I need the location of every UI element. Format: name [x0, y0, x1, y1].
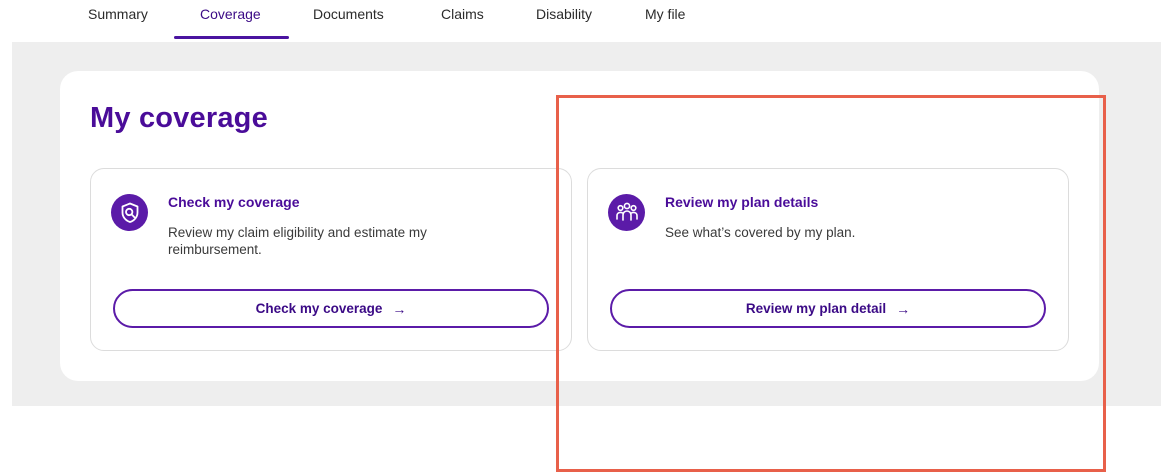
check-coverage-title[interactable]: Check my coverage [168, 194, 300, 210]
page-title: My coverage [90, 102, 268, 134]
tab-my-file[interactable]: My file [645, 6, 685, 22]
tab-coverage[interactable]: Coverage [200, 6, 261, 22]
check-coverage-button-label: Check my coverage [255, 301, 383, 316]
plan-details-description: See what’s covered by my plan. [665, 225, 856, 240]
plan-details-title[interactable]: Review my plan details [665, 194, 818, 210]
review-plan-detail-button-label: Review my plan detail [745, 301, 887, 316]
plan-details-card: Review my plan details See what’s covere… [587, 168, 1069, 351]
check-coverage-description: Review my claim eligibility and estimate… [168, 225, 427, 257]
check-coverage-button[interactable]: Check my coverage → [113, 289, 549, 328]
check-coverage-card: Check my coverage Review my claim eligib… [90, 168, 572, 351]
tab-documents[interactable]: Documents [313, 6, 384, 22]
tab-claims[interactable]: Claims [441, 6, 484, 22]
tab-bar: Summary Coverage Documents Claims Disabi… [0, 0, 1161, 42]
arrow-right-icon: → [392, 300, 407, 317]
active-tab-indicator [174, 36, 289, 39]
tab-disability[interactable]: Disability [536, 6, 592, 22]
people-group-icon [608, 194, 645, 231]
shield-search-icon [111, 194, 148, 231]
tab-summary[interactable]: Summary [88, 6, 148, 22]
arrow-right-icon: → [896, 300, 911, 317]
review-plan-detail-button[interactable]: Review my plan detail → [610, 289, 1046, 328]
